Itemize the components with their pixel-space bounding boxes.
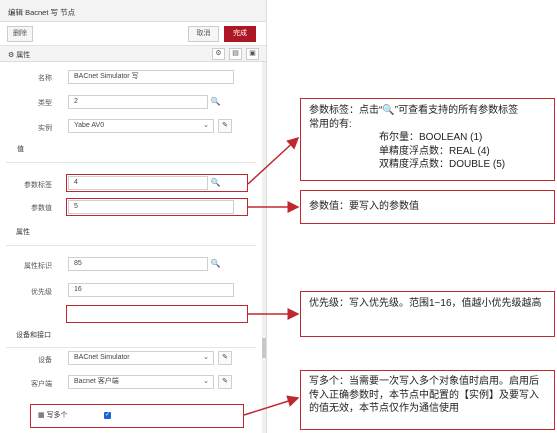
param-tag-callout: 参数标签：点击“🔍”可查看支持的所有参数标签 常用的有: 布尔量：BOOLEAN… bbox=[300, 98, 555, 181]
param-value-callout: 参数值：要写入的参数值 bbox=[300, 190, 555, 224]
arrow-param-tag bbox=[247, 136, 300, 185]
arrow-write-multiple bbox=[243, 395, 300, 416]
priority-callout: 优先级：写入优先级。范围1~16，值越小优先级越高 bbox=[300, 291, 555, 337]
write-multiple-callout: 写多个：当需要一次写入多个对象值时启用。启用后传入正确参数时，本节点中配置的【实… bbox=[300, 370, 555, 430]
